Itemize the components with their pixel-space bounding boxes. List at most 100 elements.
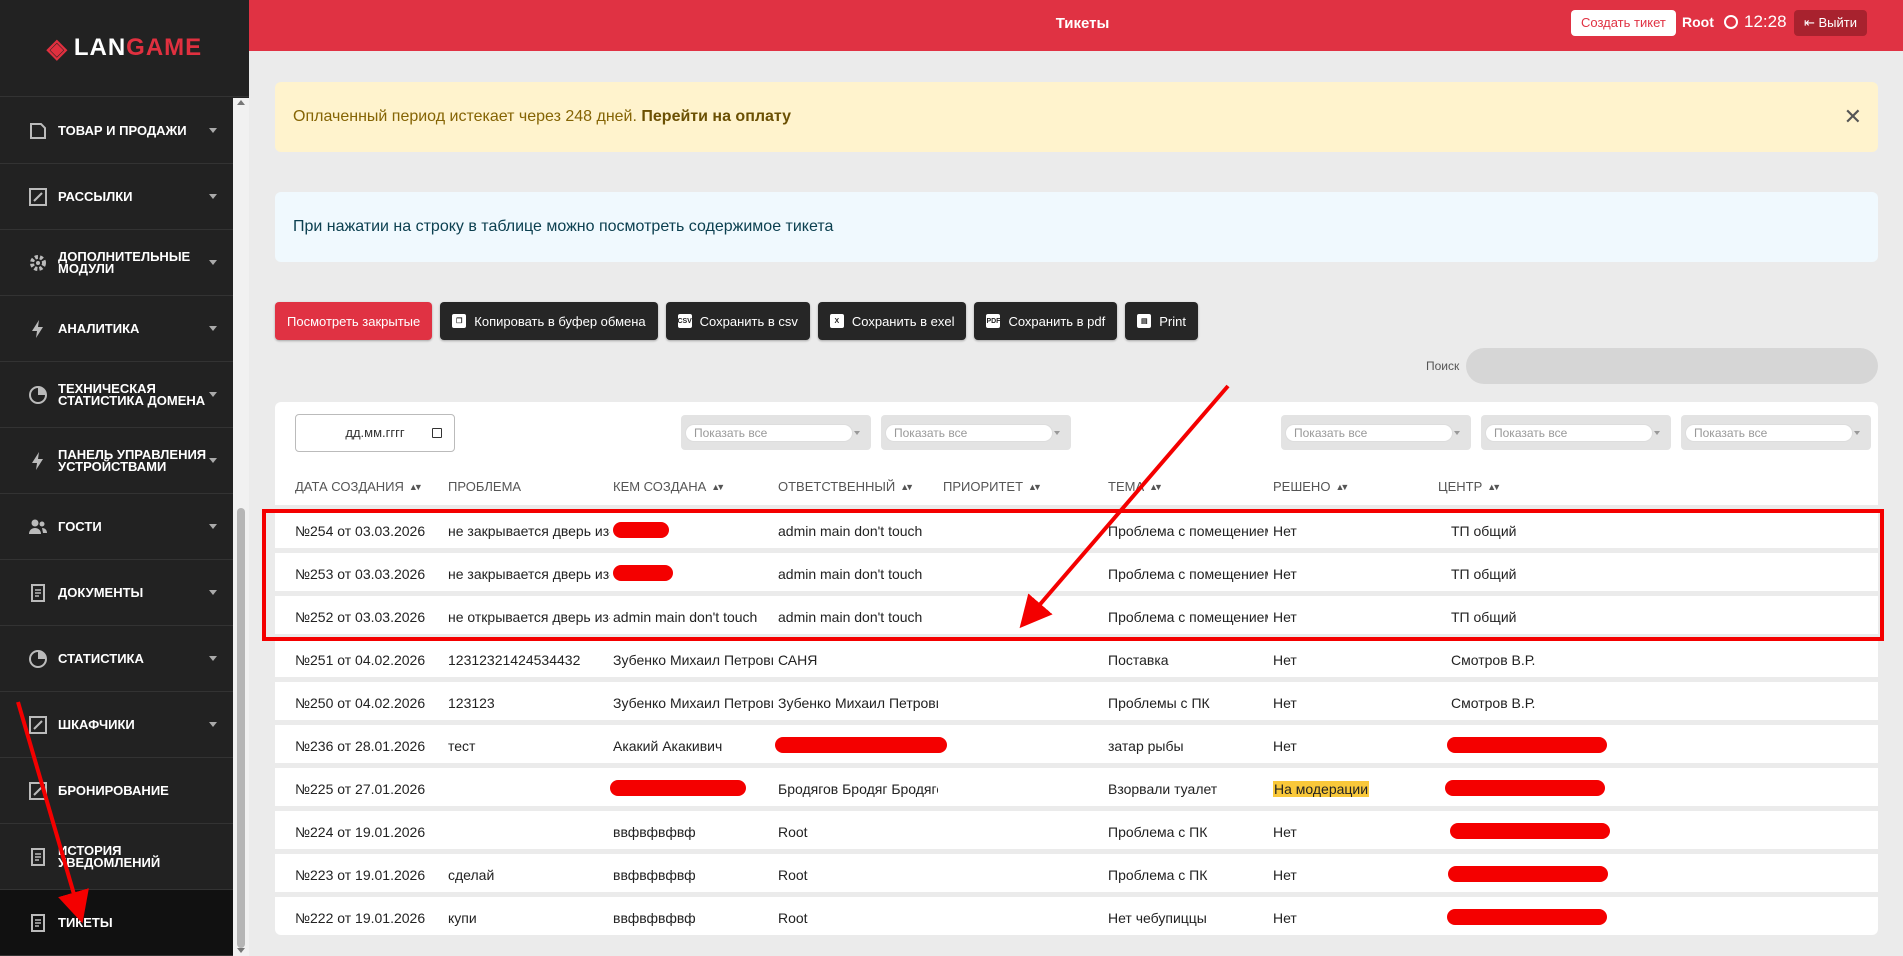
sort-icon[interactable]: ▲▼ — [900, 482, 914, 492]
filter-center-select[interactable]: Показать все — [1681, 415, 1871, 450]
excel-icon: X — [829, 314, 844, 328]
cell-responsible: admin main don't touch — [778, 609, 923, 625]
column-header-7[interactable]: ЦЕНТР ▲▼ — [1438, 479, 1501, 494]
top-header: Тикеты Создать тикет Root 12:28 ⇤ Выйти — [249, 0, 1903, 51]
cell-problem: не закрывается дверь из-за снега — [448, 523, 610, 539]
search-input[interactable] — [1466, 348, 1878, 384]
table-row[interactable]: №236 от 28.01.2026 тест Акакий Акакивич зат… — [275, 720, 1878, 763]
filter-topic-select[interactable]: Показать все — [1281, 415, 1471, 450]
sidebar-item-12[interactable]: ТИКЕТЫ — [0, 890, 233, 956]
user-name[interactable]: Root — [1682, 14, 1714, 30]
column-header-2[interactable]: КЕМ СОЗДАНА ▲▼ — [613, 479, 725, 494]
table-row[interactable]: №250 от 04.02.2026 123123 Зубенко Михаил П… — [275, 677, 1878, 720]
tickets-table: дд.мм.гггг Показать все Показать все Пок… — [275, 402, 1878, 935]
cell-date: №223 от 19.01.2026 — [295, 867, 426, 883]
filter-responsible-select[interactable]: Показать все — [881, 415, 1071, 450]
scroll-up-icon[interactable] — [237, 100, 245, 105]
users-icon — [28, 517, 48, 537]
sidebar-item-0[interactable]: ТОВАР И ПРОДАЖИ — [0, 98, 233, 164]
column-header-label: РЕШЕНО — [1273, 479, 1331, 494]
redaction-mark — [1447, 737, 1607, 753]
sort-icon[interactable]: ▲▼ — [409, 482, 423, 492]
sidebar-item-label: РАССЫЛКИ — [58, 188, 133, 204]
sidebar-item-1[interactable]: РАССЫЛКИ — [0, 164, 233, 230]
chevron-down-icon — [209, 458, 217, 463]
chevron-down-icon — [854, 431, 860, 435]
sidebar-item-11[interactable]: ИСТОРИЯ УВЕДОМЛЕНИЙ — [0, 824, 233, 890]
chevron-down-icon — [209, 722, 217, 727]
cell-responsible: Root — [778, 824, 808, 840]
sidebar-item-3[interactable]: АНАЛИТИКА — [0, 296, 233, 362]
scrollbar-thumb[interactable] — [237, 508, 245, 948]
logo[interactable]: ◈ LAN GAME — [0, 0, 249, 97]
table-row[interactable]: №252 от 03.03.2026 не открывается дверь и… — [275, 591, 1878, 634]
sidebar-item-5[interactable]: ПАНЕЛЬ УПРАВЛЕНИЯ УСТРОЙСТВАМИ — [0, 428, 233, 494]
column-header-4[interactable]: ПРИОРИТЕТ ▲▼ — [943, 479, 1042, 494]
pie-chart-icon — [28, 649, 48, 669]
column-header-label: ОТВЕТСТВЕННЫЙ — [778, 479, 896, 494]
table-row[interactable]: №253 от 03.03.2026 не закрывается дверь и… — [275, 548, 1878, 591]
table-row[interactable]: №224 от 19.01.2026 ввфвфвфвф Root Проблема … — [275, 806, 1878, 849]
table-row[interactable]: №254 от 03.03.2026 не закрывается дверь и… — [275, 505, 1878, 548]
print-button[interactable]: ▤ Print — [1125, 302, 1198, 340]
column-header-3[interactable]: ОТВЕТСТВЕННЫЙ ▲▼ — [778, 479, 914, 494]
sidebar-item-4[interactable]: ТЕХНИЧЕСКАЯ СТАТИСТИКА ДОМЕНА — [0, 362, 233, 428]
sidebar-item-6[interactable]: ГОСТИ — [0, 494, 233, 560]
sidebar-item-8[interactable]: СТАТИСТИКА — [0, 626, 233, 692]
sort-icon[interactable]: ▲▼ — [1335, 482, 1349, 492]
close-icon[interactable]: ✕ — [1844, 82, 1862, 152]
sidebar-item-label: ДОКУМЕНТЫ — [58, 584, 144, 600]
clock-icon — [1724, 15, 1738, 29]
redaction-mark — [775, 737, 947, 753]
cell-creator: admin main don't touch — [613, 609, 758, 625]
table-row[interactable]: №225 от 27.01.2026 Бродягов Бродяг Бродяг… — [275, 763, 1878, 806]
cell-problem: купи — [448, 910, 477, 926]
sidebar-item-7[interactable]: ДОКУМЕНТЫ — [0, 560, 233, 626]
column-header-5[interactable]: ТЕМА ▲▼ — [1108, 479, 1163, 494]
sidebar-item-9[interactable]: ШКАФЧИКИ — [0, 692, 233, 758]
date-filter-input[interactable]: дд.мм.гггг — [295, 414, 455, 452]
cell-solved: На модерации — [1273, 781, 1433, 797]
create-ticket-button[interactable]: Создать тикет — [1571, 10, 1676, 36]
table-row[interactable]: №251 от 04.02.2026 12312321424534432 Зубен… — [275, 634, 1878, 677]
sidebar-item-2[interactable]: ДОПОЛНИТЕЛЬНЫЕ МОДУЛИ — [0, 230, 233, 296]
cell-date: №222 от 19.01.2026 — [295, 910, 426, 926]
chevron-down-icon — [209, 128, 217, 133]
alert-text: Оплаченный период истекает через 248 дне… — [293, 108, 637, 125]
alert-pay-link[interactable]: Перейти на оплату — [641, 108, 791, 125]
sidebar-item-10[interactable]: БРОНИРОВАНИЕ — [0, 758, 233, 824]
sort-icon[interactable]: ▲▼ — [1149, 482, 1163, 492]
scroll-down-icon[interactable] — [237, 948, 245, 953]
table-row[interactable]: №222 от 19.01.2026 купи ввфвфвфвф Root Нет ч… — [275, 892, 1878, 935]
pdf-button[interactable]: PDF Сохранить в pdf — [974, 302, 1118, 340]
chevron-down-icon — [209, 590, 217, 595]
clock: 12:28 — [1724, 12, 1787, 32]
redaction-mark — [1445, 780, 1605, 796]
cell-topic: Поставка — [1108, 652, 1169, 668]
cell-creator: ввфвфвфвф — [613, 824, 696, 840]
logout-button[interactable]: ⇤ Выйти — [1794, 10, 1868, 36]
sort-icon[interactable]: ▲▼ — [1487, 482, 1501, 492]
csv-button[interactable]: CSV Сохранить в csv — [665, 302, 810, 340]
filter-solved-select[interactable]: Показать все — [1481, 415, 1671, 450]
gear-icon — [28, 253, 48, 273]
view-closed-button[interactable]: Посмотреть закрытые — [275, 302, 433, 340]
chevron-down-icon — [209, 260, 217, 265]
excel-button[interactable]: X Сохранить в exel — [817, 302, 967, 340]
sort-icon[interactable]: ▲▼ — [711, 482, 725, 492]
bolt-icon — [28, 319, 48, 339]
cell-topic: Проблема с ПК — [1108, 824, 1208, 840]
cell-solved: Нет — [1273, 566, 1297, 582]
table-row[interactable]: №223 от 19.01.2026 сделай ввфвфвфвф Root Про… — [275, 849, 1878, 892]
pencil-box-icon — [28, 715, 48, 735]
column-header-0[interactable]: ДАТА СОЗДАНИЯ ▲▼ — [295, 479, 423, 494]
filter-solved-value: Показать все — [1485, 424, 1653, 442]
calendar-icon[interactable] — [432, 428, 442, 438]
filter-creator-select[interactable]: Показать все — [681, 415, 871, 450]
column-header-1[interactable]: ПРОБЛЕМА — [448, 479, 521, 494]
sidebar-item-label: ИСТОРИЯ УВЕДОМЛЕНИЙ — [58, 842, 161, 870]
sidebar-scrollbar[interactable] — [233, 98, 249, 956]
sort-icon[interactable]: ▲▼ — [1028, 482, 1042, 492]
column-header-6[interactable]: РЕШЕНО ▲▼ — [1273, 479, 1349, 494]
copy-button[interactable]: ❐ Копировать в буфер обмена — [440, 302, 658, 340]
